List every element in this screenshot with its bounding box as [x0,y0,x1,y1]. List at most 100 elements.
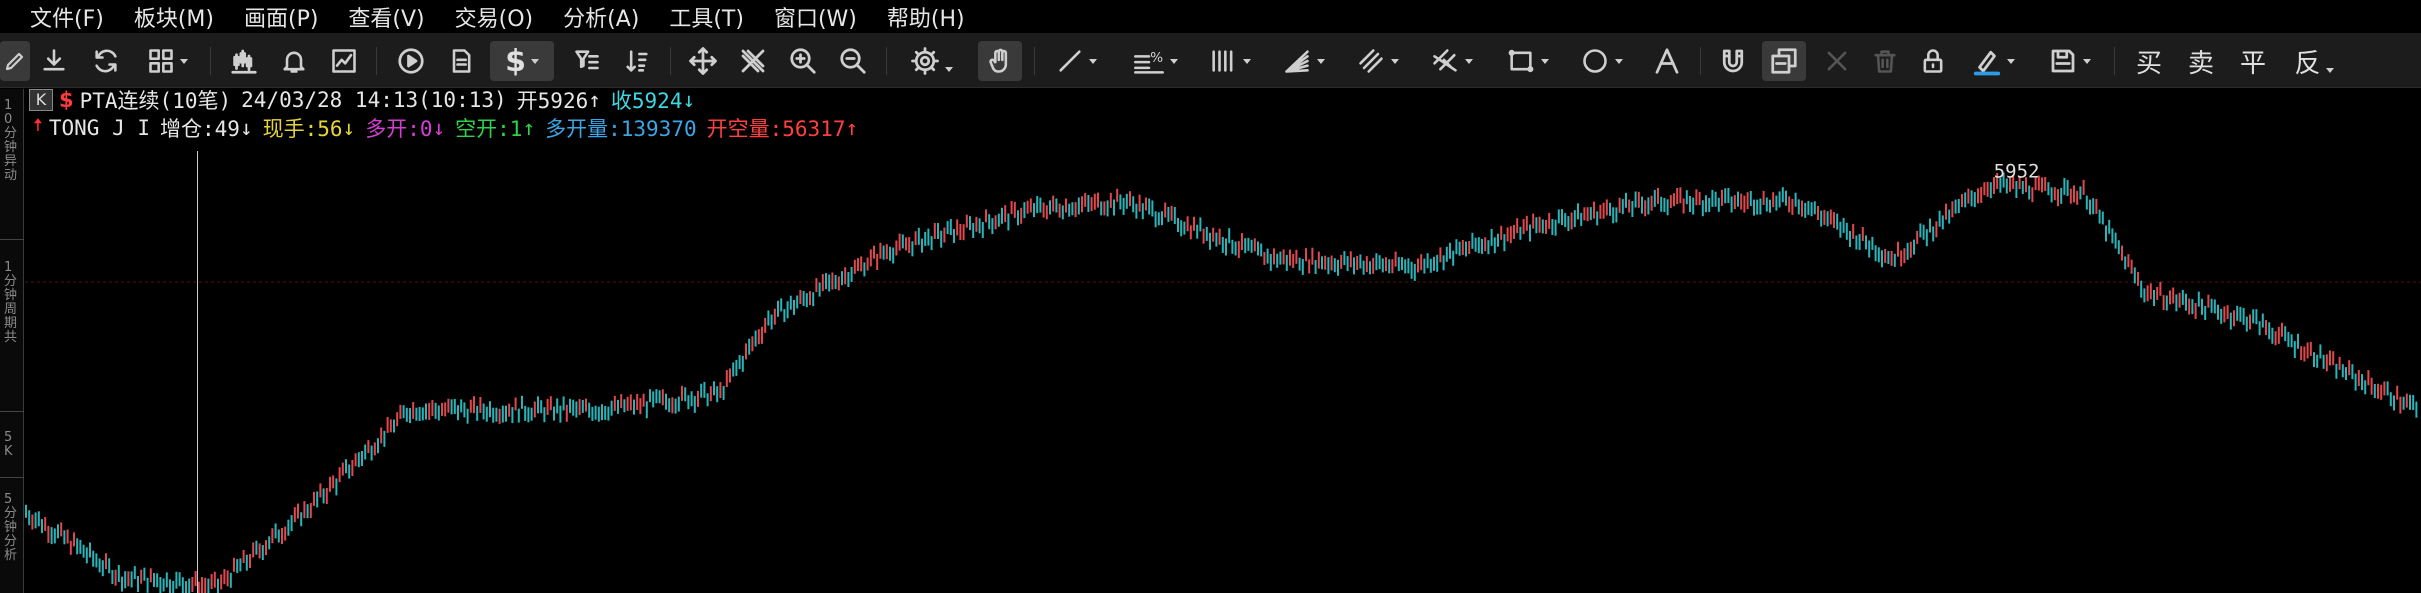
price-bar [965,214,968,228]
left-tab-2[interactable]: 1分钟周期共 [4,261,18,345]
zoom-in-icon[interactable] [784,41,822,81]
price-bar [1039,197,1042,213]
price-bar [1970,190,1973,207]
price-bar [92,550,95,567]
chart-canvas[interactable]: 5952 [25,89,2421,593]
price-bar [850,267,853,282]
menu-tools[interactable]: 工具(T) [669,1,744,33]
price-bar [1180,220,1183,237]
line-tool-icon[interactable] [1048,41,1104,81]
price-bar [1362,260,1365,275]
price-bar [402,405,405,419]
price-bar [50,527,53,545]
dollar-icon[interactable]: $ [490,41,554,81]
color-pen-icon[interactable] [1962,41,2024,81]
trash-icon[interactable] [1866,41,1904,81]
price-bar [1036,196,1039,213]
pitchfork-icon[interactable] [1420,41,1482,81]
price-bar [1161,211,1163,226]
price-bar [1308,259,1311,274]
price-bar [2217,304,2219,320]
price-bar [1250,239,1253,253]
price-bar [831,272,834,290]
price-bar [1129,191,1131,207]
price-bar [127,571,130,587]
menu-view-page[interactable]: 画面(P) [244,1,318,33]
menu-sector[interactable]: 板块(M) [134,1,214,33]
candlestick-icon[interactable] [225,41,263,81]
layout-grid-icon[interactable] [138,41,196,81]
price-bar [1397,257,1400,272]
price-bar [1596,211,1599,226]
price-bar [805,293,808,308]
download-icon[interactable] [36,41,72,81]
menu-view[interactable]: 查看(V) [348,1,424,33]
left-tab-3[interactable]: 5K [4,431,18,459]
sell-button[interactable]: 卖 [2182,41,2220,81]
filter-icon[interactable] [568,41,606,81]
menu-trade[interactable]: 交易(O) [455,1,533,33]
ellipse-icon[interactable] [1570,41,1632,81]
move-icon[interactable] [684,41,722,81]
refresh-icon[interactable] [88,41,124,81]
price-bar [1858,234,1861,250]
hand-icon[interactable] [978,41,1022,81]
price-bar [1170,205,1173,221]
document-icon[interactable] [442,41,480,81]
fan-icon[interactable] [1272,41,1334,81]
k-line-toggle[interactable]: K [29,89,53,111]
price-bar [1951,201,1954,218]
layers-icon[interactable] [1762,41,1806,81]
close-price: 收5924 [610,89,683,113]
price-chart[interactable]: 5952 [25,89,2421,593]
percent-lines-icon[interactable]: % [1124,41,1186,81]
play-icon[interactable] [392,41,430,81]
crosshair-icon[interactable] [734,41,772,81]
sort-icon[interactable] [618,41,656,81]
price-bar [389,419,392,433]
price-bar [444,402,447,417]
price-bar [1599,204,1602,219]
buy-button[interactable]: 买 [2130,41,2168,81]
save-icon[interactable] [2038,41,2100,81]
price-bar [1474,237,1477,252]
price-bar [255,540,258,555]
price-bar [453,399,456,414]
close-position-button[interactable]: 平 [2234,41,2272,81]
price-bar [1154,211,1157,228]
menu-analysis[interactable]: 分析(A) [563,1,639,33]
price-bar [1333,258,1336,273]
zoom-out-icon[interactable] [834,41,872,81]
close-icon[interactable] [1818,41,1856,81]
price-bar [130,571,133,588]
price-bar [1954,199,1957,214]
price-bar [185,581,187,593]
price-bar [1221,236,1224,253]
text-tool-icon[interactable] [1648,41,1686,81]
price-bar [373,442,376,456]
vertical-lines-icon[interactable] [1198,41,1260,81]
menu-window[interactable]: 窗口(W) [774,1,857,33]
price-bar [1148,198,1151,215]
price-bar [978,218,981,234]
left-tab-1[interactable]: 10分钟异动 [4,99,18,183]
price-bar [837,276,840,291]
menu-file[interactable]: 文件(F) [30,1,104,33]
reverse-button[interactable]: 反 [2286,41,2342,81]
price-bar [1871,236,1874,250]
chart-area-icon[interactable] [325,41,363,81]
parallel-channel-icon[interactable] [1346,41,1408,81]
pencil-icon[interactable] [0,41,30,81]
price-bar [527,407,530,423]
left-tab-4[interactable]: 5分钟分析 [4,493,18,563]
rectangle-icon[interactable] [1496,41,1558,81]
lock-icon[interactable] [1914,41,1952,81]
price-bar [313,491,315,506]
price-bar [1477,237,1480,254]
menu-help[interactable]: 帮助(H) [887,1,965,33]
settings-icon[interactable] [900,41,962,81]
price-bar [1010,201,1013,215]
price-bar [1676,188,1679,204]
magnet-icon[interactable] [1714,41,1752,81]
bell-icon[interactable] [275,41,313,81]
